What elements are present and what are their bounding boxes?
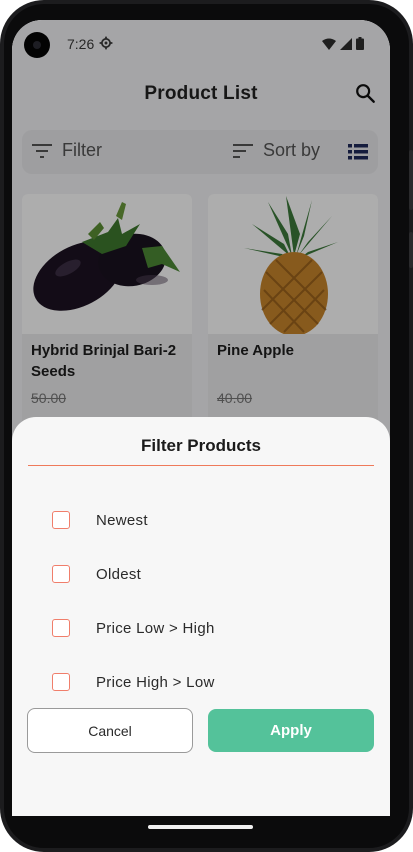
option-label: Price Low > High — [96, 619, 215, 637]
screen: 7:26 Product List Filter Sort by Hybrid … — [12, 20, 390, 816]
home-indicator[interactable] — [148, 825, 253, 829]
volume-button — [409, 232, 413, 268]
checkbox[interactable] — [52, 619, 70, 637]
sheet-title: Filter Products — [141, 436, 261, 455]
sheet-divider — [28, 465, 374, 466]
option-label: Price High > Low — [96, 673, 215, 691]
cancel-button[interactable]: Cancel — [27, 708, 193, 753]
phone-frame: 7:26 Product List Filter Sort by Hybrid … — [0, 0, 413, 852]
power-button — [409, 150, 413, 210]
filter-bottom-sheet: Filter Products Newest Oldest Price Low … — [12, 417, 390, 816]
option-label: Oldest — [96, 565, 142, 583]
checkbox[interactable] — [52, 673, 70, 691]
checkbox[interactable] — [52, 565, 70, 583]
option-label: Newest — [96, 511, 148, 529]
option-price-high-low[interactable]: Price High > Low — [52, 670, 215, 694]
system-nav-bar — [0, 816, 413, 852]
checkbox[interactable] — [52, 511, 70, 529]
option-oldest[interactable]: Oldest — [52, 562, 141, 586]
apply-button[interactable]: Apply — [208, 709, 374, 752]
option-newest[interactable]: Newest — [52, 508, 148, 532]
option-price-low-high[interactable]: Price Low > High — [52, 616, 215, 640]
